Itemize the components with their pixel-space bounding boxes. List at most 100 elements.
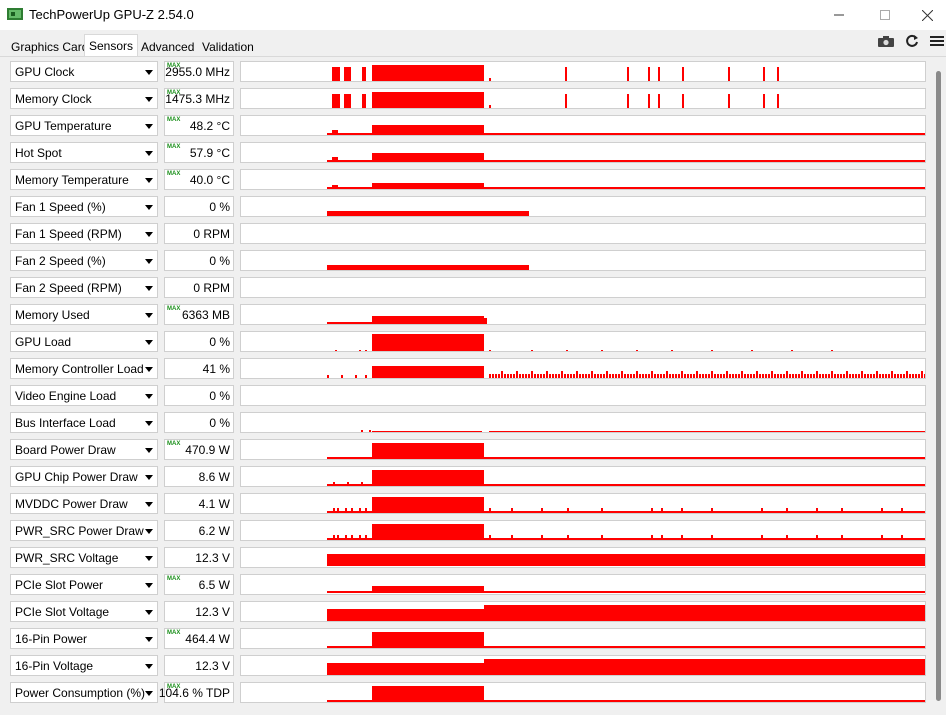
vertical-scrollbar[interactable] (932, 57, 946, 715)
sensor-select[interactable]: Memory Temperature (10, 169, 158, 190)
close-button[interactable] (908, 0, 946, 30)
camera-icon[interactable] (877, 32, 895, 50)
minimize-button[interactable] (816, 0, 862, 30)
chevron-down-icon[interactable] (145, 205, 153, 210)
sensor-graph (240, 601, 926, 622)
sensor-graph (240, 61, 926, 82)
sensor-value-box: 0 RPM (164, 223, 234, 244)
sensor-select[interactable]: 16-Pin Power (10, 628, 158, 649)
sensor-value-box: MAX 1475.3 MHz (164, 88, 234, 109)
chevron-down-icon[interactable] (145, 502, 153, 507)
sensor-select[interactable]: PWR_SRC Power Draw (10, 520, 158, 541)
sensor-row: Bus Interface Load 0 % (0, 408, 946, 435)
max-indicator: MAX (167, 630, 181, 636)
sensor-select[interactable]: GPU Temperature (10, 115, 158, 136)
maximize-button[interactable] (862, 0, 908, 30)
sensor-select[interactable]: Memory Used (10, 304, 158, 325)
chevron-down-icon[interactable] (145, 529, 153, 534)
sensor-label: Board Power Draw (15, 443, 116, 457)
chevron-down-icon[interactable] (145, 259, 153, 264)
max-indicator: MAX (167, 441, 181, 447)
sensor-graph-svg (327, 125, 925, 135)
sensor-select[interactable]: GPU Clock (10, 61, 158, 82)
chevron-down-icon[interactable] (145, 610, 153, 615)
sensor-label: Fan 1 Speed (%) (15, 200, 106, 214)
chevron-down-icon[interactable] (145, 178, 153, 183)
sensor-graph (240, 142, 926, 163)
refresh-icon[interactable] (903, 32, 921, 50)
sensor-label: Memory Controller Load (15, 362, 144, 376)
sensor-value: 57.9 °C (189, 146, 230, 160)
sensor-select[interactable]: Fan 2 Speed (%) (10, 250, 158, 271)
chevron-down-icon[interactable] (145, 394, 153, 399)
sensor-graph-svg (327, 586, 925, 593)
sensor-value: 6.5 W (198, 578, 230, 592)
chevron-down-icon[interactable] (145, 124, 153, 129)
chevron-down-icon[interactable] (145, 151, 153, 156)
sensor-value: 470.9 W (185, 443, 230, 457)
sensor-row: Power Consumption (%) MAX 104.6 % TDP (0, 678, 946, 705)
sensor-row: Hot Spot MAX 57.9 °C (0, 138, 946, 165)
sensor-label: Memory Used (15, 308, 90, 322)
sensor-select[interactable]: Fan 1 Speed (RPM) (10, 223, 158, 244)
chevron-down-icon[interactable] (145, 340, 153, 345)
sensor-select[interactable]: MVDDC Power Draw (10, 493, 158, 514)
chevron-down-icon[interactable] (145, 367, 153, 372)
chevron-down-icon[interactable] (145, 664, 153, 669)
sensor-value: 0 % (209, 389, 230, 403)
maximize-icon (880, 10, 890, 20)
scrollbar-thumb[interactable] (936, 71, 941, 701)
sensor-value-box: 0 % (164, 196, 234, 217)
sensor-graph (240, 466, 926, 487)
sensor-select[interactable]: GPU Chip Power Draw (10, 466, 158, 487)
chevron-down-icon[interactable] (145, 313, 153, 318)
chevron-down-icon[interactable] (145, 556, 153, 561)
sensor-select[interactable]: PCIe Slot Voltage (10, 601, 158, 622)
chevron-down-icon[interactable] (145, 286, 153, 291)
sensor-value-box: 0 % (164, 412, 234, 433)
sensor-select[interactable]: Memory Controller Load (10, 358, 158, 379)
sensor-graph (240, 412, 926, 433)
chevron-down-icon[interactable] (145, 583, 153, 588)
sensor-select[interactable]: Power Consumption (%) (10, 682, 158, 703)
chevron-down-icon[interactable] (145, 475, 153, 480)
sensor-value: 2955.0 MHz (165, 65, 230, 79)
sensor-select[interactable]: 16-Pin Voltage (10, 655, 158, 676)
chevron-down-icon[interactable] (145, 232, 153, 237)
minimize-icon (834, 14, 844, 16)
sensor-select[interactable]: PCIe Slot Power (10, 574, 158, 595)
sensor-label: PCIe Slot Voltage (15, 605, 110, 619)
max-indicator: MAX (167, 117, 181, 123)
sensor-select[interactable]: Video Engine Load (10, 385, 158, 406)
sensor-value: 1475.3 MHz (165, 92, 230, 106)
sensor-graph-svg (327, 265, 529, 270)
chevron-down-icon[interactable] (145, 691, 153, 696)
tab-graphics-card[interactable]: Graphics Card (6, 37, 93, 57)
chevron-down-icon[interactable] (145, 97, 153, 102)
sensor-select[interactable]: Fan 1 Speed (%) (10, 196, 158, 217)
chevron-down-icon[interactable] (145, 70, 153, 75)
chevron-down-icon[interactable] (145, 637, 153, 642)
sensor-select[interactable]: Bus Interface Load (10, 412, 158, 433)
sensor-graph-svg (241, 386, 926, 406)
sensor-value: 0 % (209, 335, 230, 349)
sensor-select[interactable]: Fan 2 Speed (RPM) (10, 277, 158, 298)
sensor-label: Power Consumption (%) (15, 686, 146, 700)
menu-icon[interactable] (928, 32, 946, 50)
tab-advanced[interactable]: Advanced (136, 37, 199, 57)
sensor-value: 4.1 W (198, 497, 230, 511)
sensor-value-box: 12.3 V (164, 547, 234, 568)
sensor-value: 8.6 W (198, 470, 230, 484)
tab-sensors[interactable]: Sensors (84, 34, 139, 57)
sensor-select[interactable]: GPU Load (10, 331, 158, 352)
chevron-down-icon[interactable] (145, 421, 153, 426)
sensor-select[interactable]: Hot Spot (10, 142, 158, 163)
max-indicator: MAX (167, 306, 181, 312)
sensor-row: GPU Temperature MAX 48.2 °C (0, 111, 946, 138)
tab-validation[interactable]: Validation (197, 37, 259, 57)
sensor-select[interactable]: Memory Clock (10, 88, 158, 109)
sensor-select[interactable]: Board Power Draw (10, 439, 158, 460)
chevron-down-icon[interactable] (145, 448, 153, 453)
sensor-select[interactable]: PWR_SRC Voltage (10, 547, 158, 568)
sensor-value: 6363 MB (181, 308, 230, 322)
